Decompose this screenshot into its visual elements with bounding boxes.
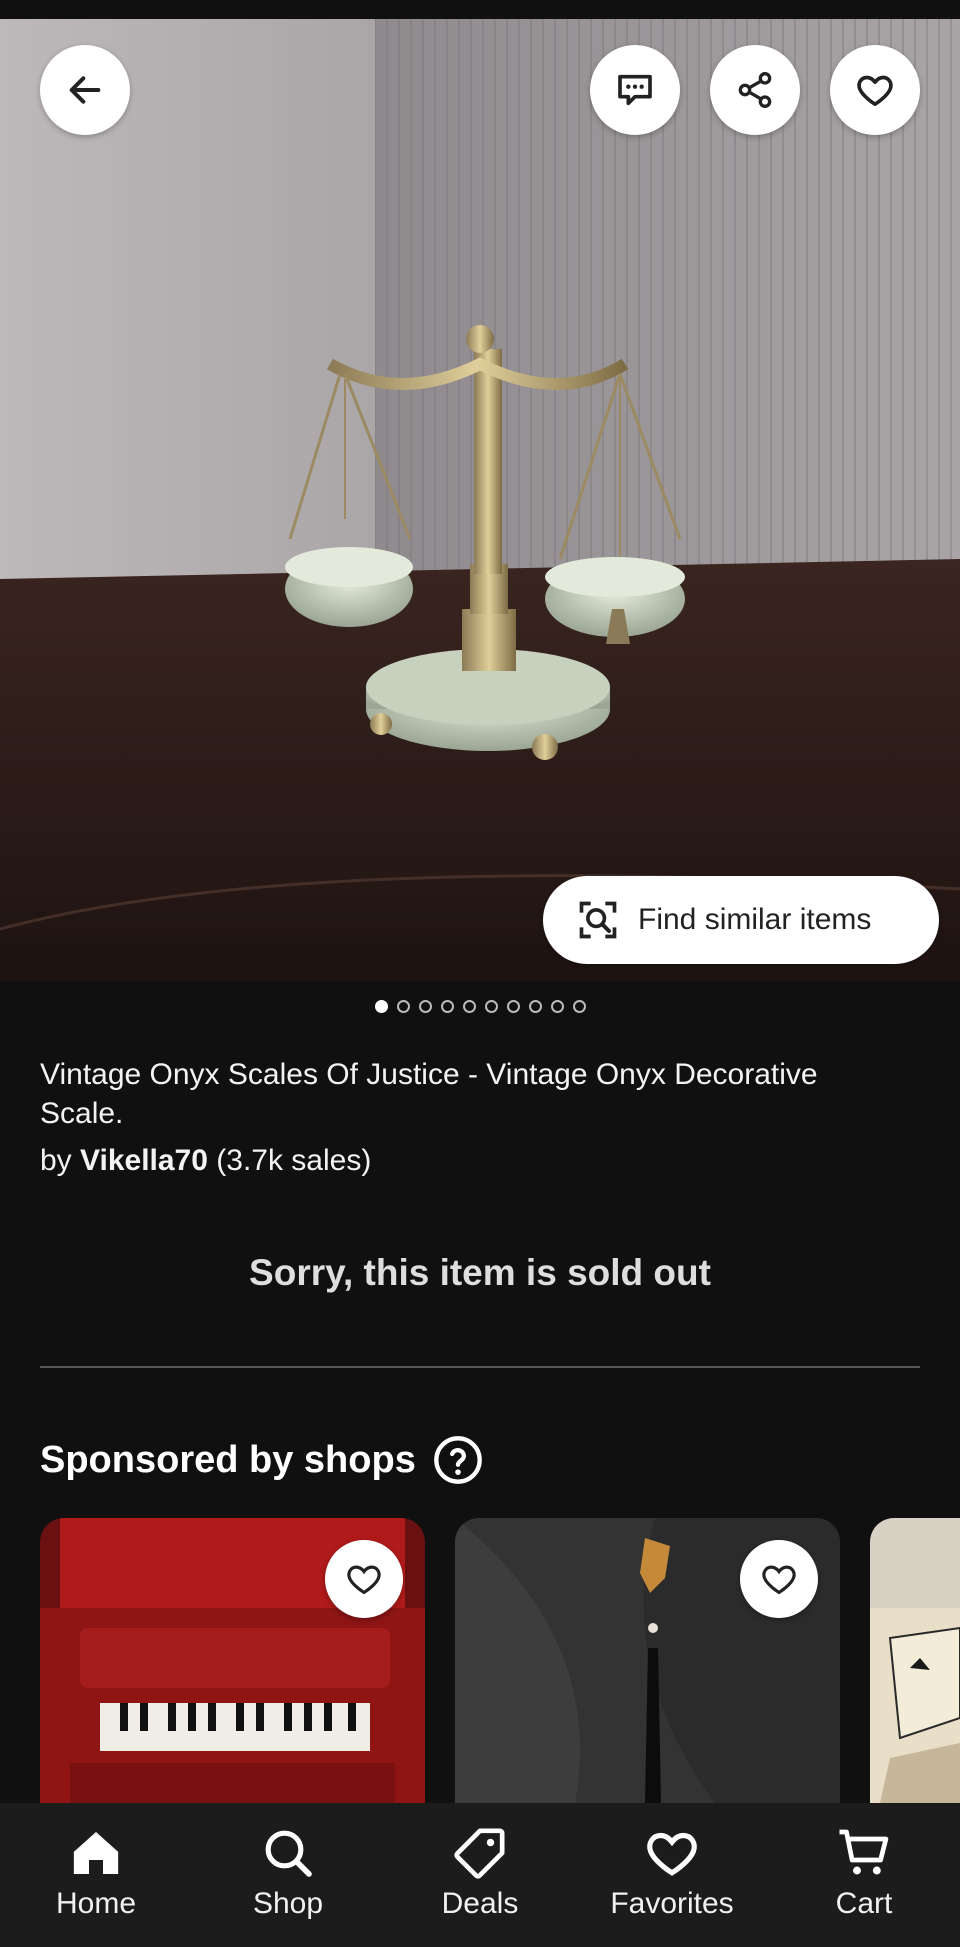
pagination-dot (484, 1000, 498, 1013)
heart-icon (762, 1565, 796, 1595)
section-divider (40, 1366, 920, 1368)
image-pagination-dots (0, 1000, 960, 1020)
pagination-dot (374, 1000, 388, 1013)
nav-home-label: Home (55, 1887, 137, 1920)
tag-icon (454, 1828, 505, 1879)
nav-deals[interactable]: Deals (384, 1803, 576, 1947)
nav-cart[interactable]: Cart (768, 1803, 960, 1947)
product-photo (0, 19, 960, 981)
share-icon (738, 72, 772, 109)
nav-deals-label: Deals (441, 1887, 519, 1920)
help-icon[interactable] (432, 1434, 484, 1486)
pagination-dot (572, 1000, 586, 1013)
book-image (870, 1518, 960, 1803)
heart-icon (647, 1832, 697, 1876)
sponsored-card-earring[interactable] (455, 1518, 840, 1803)
by-prefix: by (40, 1144, 72, 1177)
search-icon (265, 1830, 312, 1877)
pagination-dot (440, 1000, 454, 1013)
visual-search-icon (579, 901, 617, 939)
nav-favorites-label: Favorites (610, 1887, 734, 1920)
heart-icon (857, 75, 893, 106)
back-button[interactable] (40, 45, 130, 135)
card-favorite-button[interactable] (740, 1540, 818, 1618)
share-button[interactable] (710, 45, 800, 135)
seller-name-link[interactable]: Vikella70 (80, 1144, 208, 1177)
pagination-dot (528, 1000, 542, 1013)
nav-cart-label: Cart (835, 1887, 893, 1920)
pagination-dot (418, 1000, 432, 1013)
nav-favorites[interactable]: Favorites (576, 1803, 768, 1947)
pagination-dot (550, 1000, 564, 1013)
listing-title: Vintage Onyx Scales Of Justice - Vintage… (40, 1058, 818, 1130)
message-seller-button[interactable] (590, 45, 680, 135)
home-icon (73, 1832, 119, 1874)
chat-icon (618, 74, 652, 106)
sales-count: (3.7k sales) (216, 1144, 372, 1177)
heart-icon (347, 1565, 381, 1595)
product-image-carousel[interactable]: Find similar items (0, 19, 960, 981)
nav-shop-label: Shop (252, 1887, 324, 1920)
status-bar (0, 0, 960, 19)
favorite-button[interactable] (830, 45, 920, 135)
sponsored-heading-text: Sponsored by shops (40, 1438, 416, 1481)
sponsored-card-harmonium[interactable] (40, 1518, 425, 1803)
bottom-navigation: Home Shop Deals Favorites Cart (0, 1803, 960, 1947)
card-favorite-button[interactable] (325, 1540, 403, 1618)
pagination-dot (396, 1000, 410, 1013)
sponsored-section-heading: Sponsored by shops (40, 1432, 484, 1488)
pagination-dot (506, 1000, 520, 1013)
sold-out-message: Sorry, this item is sold out (249, 1252, 711, 1293)
arrow-left-icon (69, 76, 101, 104)
find-similar-label: Find similar items (638, 903, 872, 936)
nav-home[interactable]: Home (0, 1803, 192, 1947)
nav-shop[interactable]: Shop (192, 1803, 384, 1947)
cart-icon (839, 1829, 889, 1875)
find-similar-items-button[interactable]: Find similar items (543, 876, 939, 964)
seller-line: by Vikella70 (3.7k sales) (40, 1142, 371, 1180)
pagination-dot (462, 1000, 476, 1013)
sponsored-card-book[interactable] (870, 1518, 960, 1803)
